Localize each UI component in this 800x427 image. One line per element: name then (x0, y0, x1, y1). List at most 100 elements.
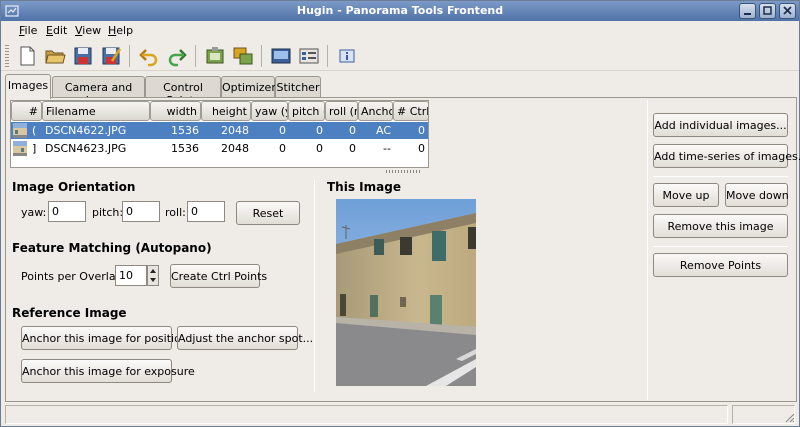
close-icon (783, 6, 792, 15)
reference-image-heading: Reference Image (12, 306, 127, 320)
image-list[interactable]: # Filename width height yaw (y pitch ( r… (10, 100, 429, 168)
points-per-overlap-input[interactable]: 10 (115, 265, 147, 286)
add-time-series-button[interactable]: Add time-series of images... (653, 144, 800, 168)
title-bar[interactable]: Hugin - Panorama Tools Frontend (1, 1, 799, 21)
image-thumbnail (13, 141, 27, 156)
cell-ctrl-points: 0 (418, 124, 425, 137)
cell-pitch: 0 (316, 124, 323, 137)
separator (653, 246, 788, 247)
create-ctrl-points-button[interactable]: Create Ctrl Points (170, 264, 267, 288)
window-title: Hugin - Panorama Tools Frontend (296, 4, 504, 17)
tab-control-points[interactable]: Control Points (145, 76, 221, 107)
reset-button[interactable]: Reset (236, 201, 300, 225)
points-per-overlap-label: Points per Overlap: (21, 270, 127, 283)
remove-image-button[interactable]: Remove this image (653, 214, 788, 238)
tab-stitcher[interactable]: Stitcher (275, 76, 321, 98)
anchor-exposure-button[interactable]: Anchor this image for exposure (21, 359, 195, 383)
toolbar-grip[interactable] (5, 45, 9, 67)
maximize-icon (763, 6, 772, 15)
column-header-width[interactable]: width (150, 101, 201, 121)
preview-icon[interactable] (270, 45, 292, 67)
toolbar-separator (261, 45, 262, 67)
anchor-position-button[interactable]: Anchor this image for position (21, 326, 188, 350)
cell-width: 1536 (171, 124, 199, 137)
cell-width: 1536 (171, 142, 199, 155)
column-header-height[interactable]: height (201, 101, 251, 121)
fast-preview-icon[interactable] (298, 45, 320, 67)
yaw-label: yaw: (21, 206, 47, 219)
undo-icon[interactable] (138, 45, 160, 67)
save-icon[interactable] (72, 45, 94, 67)
cell-height: 2048 (221, 142, 249, 155)
tab-camera-and-lens[interactable]: Camera and Lens (52, 76, 145, 107)
cell-yaw: 0 (279, 142, 286, 155)
cell-roll: 0 (349, 124, 356, 137)
status-bar (5, 405, 797, 425)
status-field (5, 405, 728, 424)
menu-bar: File Edit View Help (1, 21, 799, 39)
cell-number: ( (32, 124, 37, 137)
cell-pitch: 0 (316, 142, 323, 155)
this-image-heading: This Image (327, 180, 401, 194)
column-header-yaw[interactable]: yaw (y (251, 101, 288, 121)
separator (653, 176, 788, 177)
points-per-overlap-spinner[interactable] (147, 265, 159, 286)
move-up-button[interactable]: Move up (653, 183, 719, 207)
move-down-button[interactable]: Move down (725, 183, 789, 207)
cell-filename: DSCN4622.JPG (45, 124, 127, 137)
save-as-icon[interactable] (100, 45, 122, 67)
cell-filename: DSCN4623.JPG (45, 142, 127, 155)
cell-number: ] (32, 142, 37, 155)
menu-file[interactable]: File (19, 24, 37, 37)
toolbar-separator (129, 45, 130, 67)
image-preview (336, 199, 476, 386)
column-header-filename[interactable]: Filename (42, 101, 150, 121)
toolbar (1, 39, 799, 71)
menu-edit[interactable]: Edit (46, 24, 67, 37)
splitter-handle[interactable] (386, 170, 422, 173)
roll-input[interactable]: 0 (187, 201, 225, 222)
column-header-ctrl-points[interactable]: # Ctrl I (393, 101, 428, 121)
resize-grip-icon[interactable] (783, 411, 795, 423)
close-window-button[interactable] (779, 3, 796, 19)
open-icon[interactable] (44, 45, 66, 67)
batch-icon[interactable] (232, 45, 254, 67)
info-icon[interactable] (336, 45, 358, 67)
add-individual-images-button[interactable]: Add individual images... (653, 113, 788, 137)
image-thumbnail (13, 123, 27, 138)
roll-label: roll: (165, 206, 186, 219)
toolbar-separator (195, 45, 196, 67)
column-header-number[interactable]: # (11, 101, 42, 121)
menu-help[interactable]: Help (108, 24, 133, 37)
feature-matching-heading: Feature Matching (Autopano) (12, 241, 212, 255)
table-row[interactable]: ( DSCN4622.JPG 1536 2048 0 0 0 AC 0 (11, 122, 428, 139)
maximize-button[interactable] (759, 3, 776, 19)
redo-icon[interactable] (166, 45, 188, 67)
cell-anchor: -- (383, 142, 391, 155)
pitch-label: pitch: (92, 206, 124, 219)
table-row[interactable]: ] DSCN4623.JPG 1536 2048 0 0 0 -- 0 (11, 140, 428, 157)
column-header-pitch[interactable]: pitch ( (288, 101, 325, 121)
spin-arrows-icon (150, 269, 156, 282)
yaw-input[interactable]: 0 (48, 201, 86, 222)
image-orientation-heading: Image Orientation (12, 180, 136, 194)
main-window: Hugin - Panorama Tools Frontend File Edi… (0, 0, 800, 427)
menu-view[interactable]: View (75, 24, 101, 37)
minimize-button[interactable] (739, 3, 756, 19)
panel-divider (647, 100, 648, 400)
remove-points-button[interactable]: Remove Points (653, 253, 788, 277)
new-icon[interactable] (16, 45, 38, 67)
cell-ctrl-points: 0 (418, 142, 425, 155)
column-header-anchor[interactable]: Anchor (358, 101, 393, 121)
section-divider (314, 180, 315, 392)
toolbar-separator (327, 45, 328, 67)
cell-roll: 0 (349, 142, 356, 155)
tab-optimizer[interactable]: Optimizer (221, 76, 276, 98)
column-header-roll[interactable]: roll (r) (325, 101, 358, 121)
pitch-input[interactable]: 0 (122, 201, 160, 222)
adjust-anchor-spot-button[interactable]: Adjust the anchor spot... (177, 326, 313, 350)
cell-height: 2048 (221, 124, 249, 137)
tab-images[interactable]: Images (5, 74, 51, 99)
images-panel: # Filename width height yaw (y pitch ( r… (5, 97, 800, 402)
assistant-icon[interactable] (204, 45, 226, 67)
